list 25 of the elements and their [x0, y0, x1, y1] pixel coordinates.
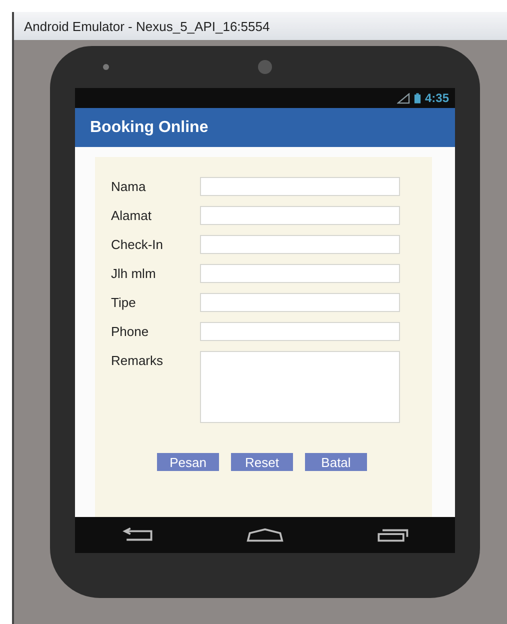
field-label: Nama: [111, 178, 147, 196]
window-title: Android Emulator - Nexus_5_API_16:5554: [24, 18, 270, 34]
field-label: Jlh mlm: [111, 265, 157, 283]
home-icon[interactable]: [246, 527, 284, 543]
form-button[interactable]: Reset: [231, 453, 293, 471]
camera-icon: [258, 60, 272, 74]
input-field[interactable]: [200, 264, 400, 283]
field-label: Check-In: [111, 236, 164, 254]
input-field[interactable]: [200, 235, 400, 254]
input-field[interactable]: [200, 293, 400, 312]
signal-icon: [396, 92, 410, 104]
input-field[interactable]: [200, 177, 400, 196]
input-field[interactable]: [200, 322, 400, 341]
battery-icon: [414, 92, 421, 104]
input-field[interactable]: [200, 206, 400, 225]
sensor-icon: [103, 64, 109, 70]
field-label: Tipe: [111, 294, 137, 312]
status-time: 4:35: [424, 91, 449, 105]
form-button[interactable]: Batal: [305, 453, 367, 471]
field-label: Alamat: [111, 207, 152, 225]
field-label: Remarks: [111, 352, 164, 370]
app-title: Booking Online: [90, 118, 208, 136]
remarks-field[interactable]: [200, 351, 400, 423]
form-button[interactable]: Pesan: [157, 453, 219, 471]
field-label: Phone: [111, 323, 150, 341]
